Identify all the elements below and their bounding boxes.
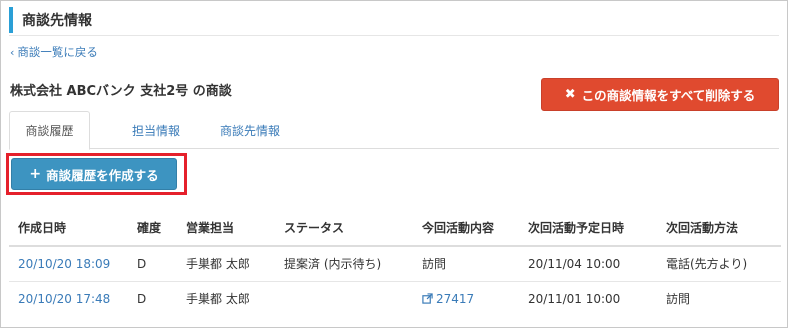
column-header: 作成日時 bbox=[9, 210, 128, 247]
page-header: 商談先情報 bbox=[9, 7, 92, 33]
table-header-row: 作成日時 確度 営業担当 ステータス 今回活動内容 次回活動予定日時 次回活動方… bbox=[9, 210, 781, 247]
delete-all-button[interactable]: ✖ この商談情報をすべて削除する bbox=[541, 78, 779, 111]
tab-history[interactable]: 商談履歴 bbox=[9, 111, 90, 150]
column-header: 確度 bbox=[128, 210, 177, 247]
header-divider bbox=[9, 35, 779, 36]
column-header: 次回活動方法 bbox=[657, 210, 781, 247]
create-history-label: 商談履歴を作成する bbox=[46, 167, 159, 183]
history-table: 作成日時 確度 営業担当 ステータス 今回活動内容 次回活動予定日時 次回活動方… bbox=[9, 210, 781, 316]
probability-cell: D bbox=[137, 291, 147, 306]
sales-rep-cell: 手巣都 太郎 bbox=[177, 246, 275, 282]
chevron-left-icon: ‹ bbox=[10, 45, 15, 59]
tab-client-info[interactable]: 商談先情報 bbox=[207, 111, 293, 149]
deal-title: 株式会社 ABCバンク 支社2号 の商談 bbox=[10, 84, 232, 99]
tab-bar: 商談履歴 担当情報 商談先情報 bbox=[9, 111, 779, 150]
delete-all-label: この商談情報をすべて削除する bbox=[581, 88, 756, 103]
back-to-list-link[interactable]: ‹ 商談一覧に戻る bbox=[10, 44, 98, 60]
next-method-cell: 訪問 bbox=[666, 292, 691, 307]
status-cell bbox=[275, 281, 413, 316]
tab-history-label: 商談履歴 bbox=[25, 124, 74, 138]
external-link-icon bbox=[422, 293, 433, 304]
activity-cell: 訪問 bbox=[413, 246, 519, 282]
tab-assignee[interactable]: 担当情報 bbox=[121, 111, 191, 149]
close-icon: ✖ bbox=[564, 87, 576, 102]
created-date-link[interactable]: 20/10/20 17:48 bbox=[18, 292, 110, 306]
column-header: 次回活動予定日時 bbox=[519, 210, 657, 247]
back-link-label: 商談一覧に戻る bbox=[17, 45, 98, 59]
status-cell: 提案済 (内示待ち) bbox=[275, 246, 413, 282]
create-history-button[interactable]: + 商談履歴を作成する bbox=[11, 158, 177, 190]
table-row: 20/10/20 17:48 D 手巣都 太郎 27417 20/11/01 1… bbox=[9, 281, 781, 316]
next-method-cell: 電話(先方より) bbox=[657, 246, 781, 282]
plus-icon: + bbox=[29, 166, 42, 182]
table-row: 20/10/20 18:09 D 手巣都 太郎 提案済 (内示待ち) 訪問 20… bbox=[9, 246, 781, 282]
created-date-link[interactable]: 20/10/20 18:09 bbox=[18, 257, 110, 271]
next-date-cell: 20/11/04 10:00 bbox=[519, 246, 657, 282]
column-header: 今回活動内容 bbox=[413, 210, 519, 247]
activity-link-label: 27417 bbox=[436, 291, 475, 306]
next-date-cell: 20/11/01 10:00 bbox=[528, 291, 621, 306]
activity-link[interactable]: 27417 bbox=[422, 292, 474, 306]
tab-assignee-label: 担当情報 bbox=[131, 123, 180, 138]
column-header: ステータス bbox=[275, 210, 413, 247]
sales-rep-cell: 手巣都 太郎 bbox=[186, 292, 250, 307]
page-title: 商談先情報 bbox=[22, 13, 92, 29]
page-frame: 商談先情報 ‹ 商談一覧に戻る 株式会社 ABCバンク 支社2号 の商談 ✖ こ… bbox=[0, 0, 788, 328]
tab-client-info-label: 商談先情報 bbox=[219, 123, 280, 138]
probability-cell: D bbox=[128, 246, 177, 282]
column-header: 営業担当 bbox=[177, 210, 275, 247]
